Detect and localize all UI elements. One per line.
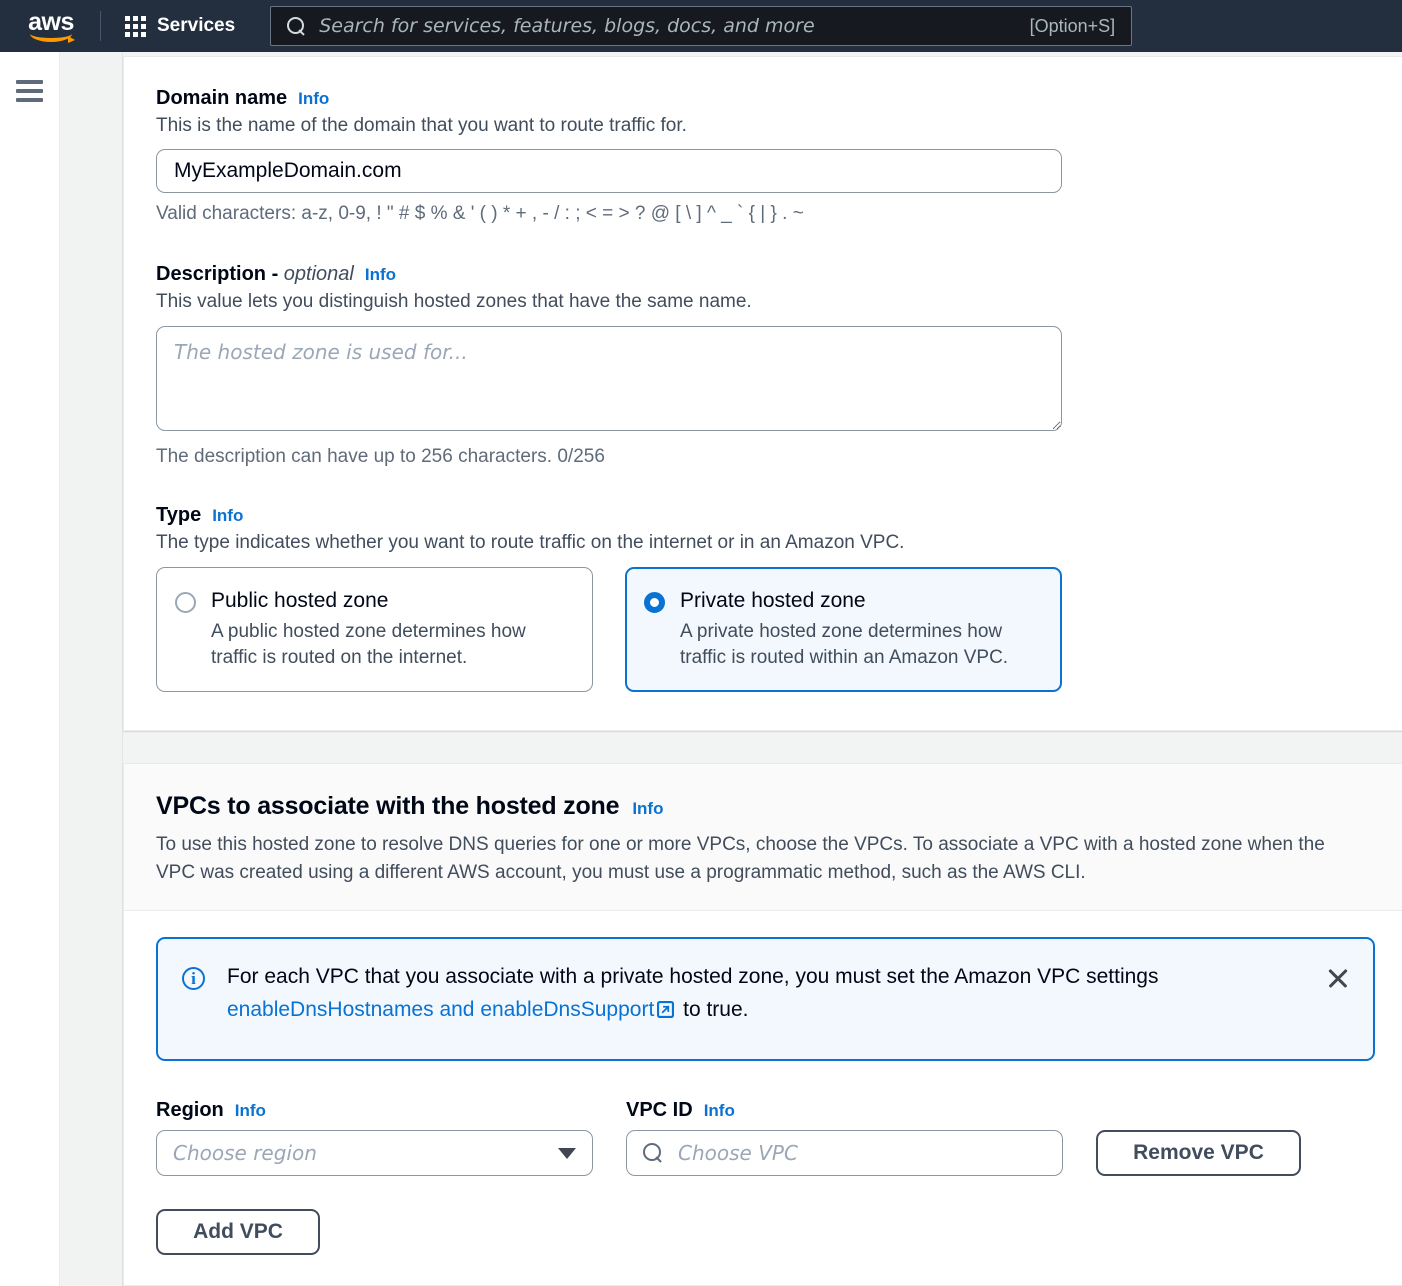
vpc-id-search-select[interactable]: Choose VPC [626, 1130, 1063, 1177]
vpc-id-info-link[interactable]: Info [704, 1101, 735, 1121]
description-field-group: Description - optional Info This value l… [156, 263, 1370, 469]
radio-tile-public-description: A public hosted zone determines how traf… [211, 620, 526, 668]
vpc-section-description: To use this hosted zone to resolve DNS q… [156, 834, 1325, 883]
description-textarea[interactable] [156, 325, 1062, 431]
type-info-link[interactable]: Info [212, 506, 243, 526]
description-optional-text: optional [283, 263, 354, 286]
radio-tile-private-hosted-zone[interactable]: Private hosted zone A private hosted zon… [625, 566, 1062, 692]
add-vpc-button[interactable]: Add VPC [156, 1209, 320, 1256]
alert-message: For each VPC that you associate with a p… [227, 961, 1353, 1026]
alert-text-before: For each VPC that you associate with a p… [227, 965, 1159, 989]
domain-name-label: Domain name [156, 87, 288, 109]
grid-icon [125, 15, 146, 37]
radio-tile-private-description: A private hosted zone determines how tra… [680, 620, 1009, 668]
aws-logo-smile-icon [30, 33, 75, 43]
radio-tile-public-hosted-zone[interactable]: Public hosted zone A public hosted zone … [156, 566, 593, 692]
radio-icon-private-hosted-zone[interactable] [644, 591, 665, 613]
domain-name-input[interactable] [156, 149, 1062, 194]
vpc-id-label-row: VPC ID Info [626, 1099, 1063, 1122]
chevron-down-icon [558, 1147, 576, 1159]
type-radio-tile-group: Public hosted zone A public hosted zone … [156, 566, 1370, 692]
description-label: Description - optional [156, 263, 354, 286]
hamburger-menu-icon[interactable] [16, 80, 43, 102]
dns-settings-doc-link[interactable]: enableDnsHostnames and enableDnsSupport [227, 998, 654, 1021]
radio-tile-public-title: Public hosted zone [211, 588, 389, 612]
type-field-group: Type Info The type indicates whether you… [156, 504, 1370, 692]
search-keyboard-shortcut: [Option+S] [1029, 15, 1116, 36]
domain-name-label-row: Domain name Info [156, 87, 1370, 110]
vpc-section-title-row: VPCs to associate with the hosted zone I… [156, 792, 1370, 821]
vpc-association-card: VPCs to associate with the hosted zone I… [123, 763, 1402, 1286]
vpc-section-header: VPCs to associate with the hosted zone I… [124, 764, 1402, 912]
top-navigation-bar: aws Services Search for services, featur… [0, 0, 1402, 52]
description-character-counter: The description can have up to 256 chara… [156, 445, 605, 467]
region-label-row: Region Info [156, 1099, 593, 1122]
vpc-section-title: VPCs to associate with the hosted zone [156, 792, 620, 820]
global-search-placeholder: Search for services, features, blogs, do… [319, 15, 815, 37]
domain-name-description: This is the name of the domain that you … [156, 115, 687, 136]
remove-vpc-button[interactable]: Remove VPC [1096, 1130, 1301, 1177]
domain-name-info-link[interactable]: Info [298, 89, 329, 109]
aws-logo[interactable]: aws [18, 7, 84, 43]
vpc-entry-row: Region Info Choose region VPC ID Info Ch… [156, 1099, 1370, 1177]
domain-name-constraint-text: Valid characters: a-z, 0-9, ! " # $ % & … [156, 203, 804, 225]
services-menu-button[interactable]: Services [115, 8, 245, 44]
services-menu-label: Services [157, 15, 236, 36]
left-navigation-rail [0, 52, 60, 1286]
region-select-placeholder: Choose region [173, 1141, 317, 1166]
type-label-row: Type Info [156, 504, 1370, 527]
region-label: Region [156, 1099, 224, 1122]
vpc-section-body: i For each VPC that you associate with a… [124, 911, 1402, 1256]
external-link-icon[interactable] [657, 996, 675, 1018]
region-field-group: Region Info Choose region [156, 1099, 593, 1177]
radio-icon-public-hosted-zone[interactable] [175, 591, 196, 613]
alert-text-after: to true. [677, 997, 749, 1021]
info-circle-icon: i [182, 967, 205, 991]
vpc-id-placeholder: Choose VPC [678, 1141, 798, 1166]
vpc-id-field-group: VPC ID Info Choose VPC [626, 1099, 1063, 1177]
type-description: The type indicates whether you want to r… [156, 532, 905, 554]
radio-tile-private-title: Private hosted zone [680, 588, 866, 612]
vpc-section-info-link[interactable]: Info [632, 799, 663, 819]
aws-logo-text: aws [28, 7, 74, 36]
hosted-zone-configuration-card: Domain name Info This is the name of the… [123, 56, 1402, 731]
close-icon[interactable] [1325, 965, 1351, 991]
global-search-bar[interactable]: Search for services, features, blogs, do… [270, 6, 1133, 46]
search-icon [643, 1143, 663, 1163]
search-icon [287, 17, 305, 35]
description-help-text: This value lets you distinguish hosted z… [156, 291, 752, 313]
vpc-id-label: VPC ID [626, 1099, 693, 1122]
dns-settings-info-alert: i For each VPC that you associate with a… [156, 937, 1375, 1062]
type-label: Type [156, 504, 202, 527]
nav-divider [100, 11, 101, 41]
region-info-link[interactable]: Info [235, 1101, 266, 1121]
content-gutter [61, 52, 123, 1286]
region-select[interactable]: Choose region [156, 1130, 593, 1177]
description-info-link[interactable]: Info [365, 265, 396, 285]
domain-name-field-group: Domain name Info This is the name of the… [156, 87, 1370, 227]
description-label-row: Description - optional Info [156, 263, 1370, 286]
